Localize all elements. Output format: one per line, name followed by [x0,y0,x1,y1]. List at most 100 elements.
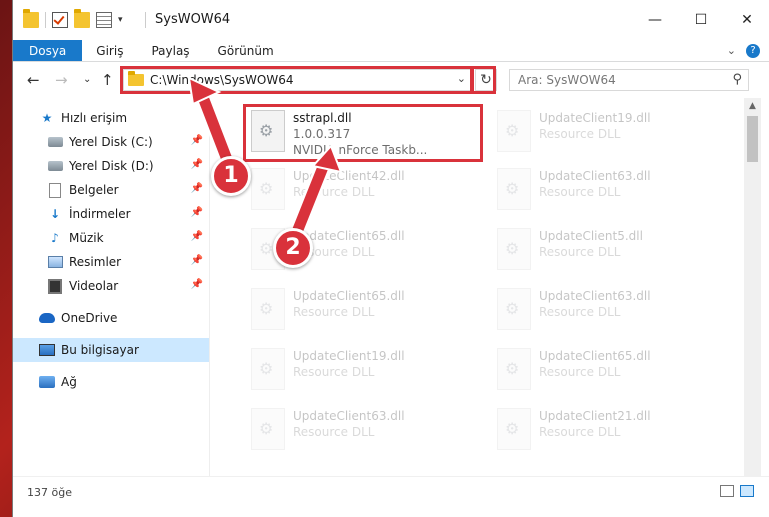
recent-locations-dropdown-icon[interactable]: ⌄ [83,74,91,85]
nav-item-local-disk-d[interactable]: Yerel Disk (D:) 📌 [13,154,209,178]
title-bar: ▾ SysWOW64 — ☐ ✕ [13,0,769,40]
nav-item-this-pc[interactable]: Bu bilgisayar [13,338,209,362]
ribbon-tabs: Dosya Giriş Paylaş Görünüm ⌄ ? [13,40,769,62]
dll-file-icon [497,348,531,390]
nav-item-label: OneDrive [61,311,118,325]
file-description: Resource DLL [293,365,375,379]
onedrive-icon [39,310,55,326]
file-name: UpdateClient5.dll [539,229,643,243]
ribbon-right: ⌄ ? [727,40,769,61]
drive-icon [47,134,63,150]
file-tile[interactable]: UpdateClient19.dll Resource DLL [233,344,473,400]
tab-file[interactable]: Dosya [13,40,83,61]
tab-home[interactable]: Giriş [82,40,137,61]
properties-check-icon[interactable] [52,12,68,28]
file-tile[interactable]: UpdateClient42.dll Resource DLL [233,164,473,220]
quick-access-toolbar: ▾ [23,9,123,28]
pin-icon: 📌 [190,207,203,218]
up-arrow-icon[interactable]: ↑ [101,71,114,89]
documents-icon [47,182,63,198]
maximize-button[interactable]: ☐ [678,0,724,40]
new-folder-icon[interactable] [74,9,90,28]
forward-arrow-icon[interactable]: → [55,71,68,89]
dll-file-icon [251,288,285,330]
dll-file-icon [497,168,531,210]
search-input[interactable]: Ara: SysWOW64 ⚲ [509,69,749,91]
file-name: UpdateClient21.dll [539,409,651,423]
customize-toolbar-dropdown-icon[interactable]: ▾ [118,15,123,25]
nav-item-downloads[interactable]: ↓ İndirmeler 📌 [13,202,209,226]
nav-item-videos[interactable]: Videolar 📌 [13,274,209,298]
nav-item-label: Resimler [69,255,122,269]
pin-icon: 📌 [190,183,203,194]
scroll-up-arrow-icon[interactable]: ▲ [744,98,761,115]
scroll-thumb[interactable] [747,116,758,162]
nav-item-network[interactable]: Ağ [13,370,209,394]
file-list: sstrapl.dll 1.0.0.317 NVIDIA nForce Task… [221,98,741,476]
nav-item-quick-access[interactable]: ★ Hızlı erişim [13,106,209,130]
toolbar-separator [45,12,46,28]
address-row: ← → ⌄ ↑ C:\Windows\SysWOW64 ⌄ ↻ Ara: Sys… [13,62,769,98]
pane-divider[interactable] [209,98,210,476]
tab-view[interactable]: Görünüm [204,40,288,61]
step-1-badge: 1 [211,156,251,196]
file-tile[interactable]: UpdateClient65.dllResource DLL [233,284,473,340]
file-tile[interactable]: UpdateClient19.dll Resource DLL [479,106,719,162]
star-icon: ★ [41,111,53,125]
help-icon[interactable]: ? [746,43,760,58]
status-bar: 137 öğe [13,476,769,517]
file-description: Resource DLL [539,185,621,199]
dll-file-icon [251,168,285,210]
pin-icon: 📌 [190,279,203,290]
this-pc-icon [39,342,55,358]
nav-item-label: Ağ [61,375,77,389]
file-name: UpdateClient65.dll [293,289,405,303]
close-button[interactable]: ✕ [724,0,769,40]
file-tile[interactable]: UpdateClient65.dllResource DLL [233,224,473,280]
search-icon[interactable]: ⚲ [732,72,742,87]
file-tile[interactable]: UpdateClient65.dllResource DLL [479,344,719,400]
nav-item-pictures[interactable]: Resimler 📌 [13,250,209,274]
dll-file-icon [497,408,531,450]
nav-item-label: Yerel Disk (C:) [69,135,153,149]
vertical-scrollbar[interactable]: ▲ [744,98,761,476]
properties-icon[interactable] [96,12,112,28]
file-tile[interactable]: UpdateClient21.dll Resource DLL [479,404,719,460]
pin-icon: 📌 [190,159,203,170]
nav-item-label: İndirmeler [69,207,131,221]
nav-item-label: Müzik [69,231,104,245]
file-description: Resource DLL [539,127,621,141]
file-tile[interactable]: UpdateClient63.dll Resource DLL [479,164,719,220]
dll-file-icon [497,228,531,270]
tiles-view-icon[interactable] [740,485,754,497]
music-icon: ♪ [51,231,59,245]
nav-item-music[interactable]: ♪ Müzik 📌 [13,226,209,250]
refresh-highlight-box [470,66,496,94]
dll-file-icon [497,288,531,330]
item-count: 137 öğe [27,486,72,499]
nav-item-label: Belgeler [69,183,119,197]
file-description: Resource DLL [293,185,375,199]
back-arrow-icon[interactable]: ← [27,71,40,89]
nav-item-documents[interactable]: Belgeler 📌 [13,178,209,202]
file-tile[interactable]: UpdateClient63.dll Resource DLL [233,404,473,460]
network-icon [39,374,55,390]
folder-icon[interactable] [23,9,39,28]
file-tile[interactable]: UpdateClient5.dll Resource DLL [479,224,719,280]
file-tile[interactable]: UpdateClient63.dll Resource DLL [479,284,719,340]
file-description: Resource DLL [539,305,621,319]
expand-ribbon-icon[interactable]: ⌄ [727,44,736,57]
explorer-window: ▾ SysWOW64 — ☐ ✕ Dosya Giriş Paylaş Görü… [12,0,769,517]
details-view-icon[interactable] [720,485,734,497]
tab-share[interactable]: Paylaş [137,40,203,61]
dll-file-icon [251,348,285,390]
minimize-button[interactable]: — [632,0,678,40]
pin-icon: 📌 [190,255,203,266]
nav-item-onedrive[interactable]: OneDrive [13,306,209,330]
videos-icon [47,278,63,294]
nav-item-local-disk-c[interactable]: Yerel Disk (C:) 📌 [13,130,209,154]
file-name: UpdateClient19.dll [539,111,651,125]
window-title: SysWOW64 [155,12,231,27]
drive-icon [47,158,63,174]
nav-item-label: Hızlı erişim [61,111,128,125]
